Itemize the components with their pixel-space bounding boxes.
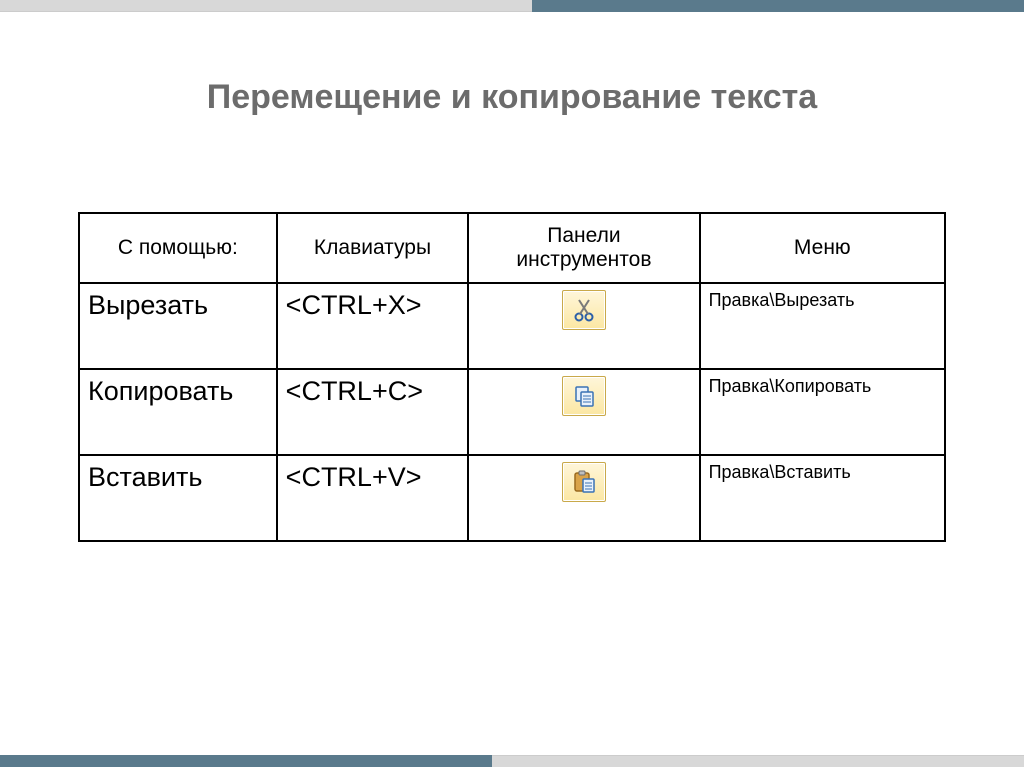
action-label: Вырезать xyxy=(79,283,277,369)
bottom-decoration xyxy=(0,755,1024,767)
action-label: Вставить xyxy=(79,455,277,541)
menu-path: Правка\Вырезать xyxy=(700,283,945,369)
menu-path: Правка\Вставить xyxy=(700,455,945,541)
table-row: Копировать <CTRL+C> Правка\Копировать xyxy=(79,369,945,455)
header-keyboard: Клавиатуры xyxy=(277,213,469,283)
toolbar-icon-cell xyxy=(468,283,699,369)
shortcuts-table: С помощью: Клавиатуры Панели инструменто… xyxy=(78,212,946,542)
keyboard-shortcut: <CTRL+V> xyxy=(277,455,469,541)
paste-icon xyxy=(562,462,606,502)
header-menu: Меню xyxy=(700,213,945,283)
cut-icon xyxy=(562,290,606,330)
copy-icon xyxy=(562,376,606,416)
header-with-help: С помощью: xyxy=(79,213,277,283)
table-header-row: С помощью: Клавиатуры Панели инструменто… xyxy=(79,213,945,283)
toolbar-icon-cell xyxy=(468,455,699,541)
keyboard-shortcut: <CTRL+C> xyxy=(277,369,469,455)
toolbar-icon-cell xyxy=(468,369,699,455)
menu-path: Правка\Копировать xyxy=(700,369,945,455)
top-decoration xyxy=(0,0,1024,12)
action-label: Копировать xyxy=(79,369,277,455)
slide-title: Перемещение и копирование текста xyxy=(0,78,1024,117)
table-row: Вырезать <CTRL+X> Правка\Вырезать xyxy=(79,283,945,369)
keyboard-shortcut: <CTRL+X> xyxy=(277,283,469,369)
header-toolbar: Панели инструментов xyxy=(468,213,699,283)
table-row: Вставить <CTRL+V> Правка\Вставить xyxy=(79,455,945,541)
